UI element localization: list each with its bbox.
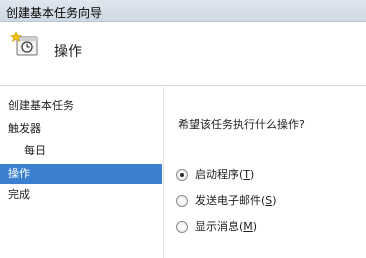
option-start-program-label: 启动程序(T): [195, 168, 255, 181]
step-action[interactable]: 操作: [0, 164, 162, 184]
option-send-email-label: 发送电子邮件(S): [195, 194, 277, 207]
window-title: 创建基本任务向导: [6, 6, 103, 20]
task-wizard-window: 创建基本任务向导 操作 创建基本任务 触发器 每日 操作 完成 希望该任务执行什…: [0, 0, 366, 258]
page-title: 操作: [54, 44, 82, 60]
radio-send-email[interactable]: [176, 195, 188, 207]
task-clock-icon: [10, 32, 38, 56]
wizard-body: 创建基本任务 触发器 每日 操作 完成 希望该任务执行什么操作? 启动程序(T)…: [0, 87, 366, 258]
title-bar[interactable]: 创建基本任务向导: [0, 0, 366, 22]
action-panel: 希望该任务执行什么操作? 启动程序(T) 发送电子邮件(S) 显示消息(M): [165, 87, 366, 258]
wizard-header: 操作: [0, 22, 366, 86]
wizard-steps-sidebar: 创建基本任务 触发器 每日 操作 完成: [0, 87, 164, 258]
step-trigger[interactable]: 触发器: [0, 119, 162, 139]
step-finish[interactable]: 完成: [0, 185, 162, 205]
action-prompt: 希望该任务执行什么操作?: [178, 118, 305, 131]
option-display-message-label: 显示消息(M): [195, 220, 258, 233]
step-daily[interactable]: 每日: [0, 141, 162, 161]
radio-start-program[interactable]: [176, 169, 188, 181]
radio-display-message[interactable]: [176, 221, 188, 233]
step-create-basic-task[interactable]: 创建基本任务: [0, 96, 162, 116]
